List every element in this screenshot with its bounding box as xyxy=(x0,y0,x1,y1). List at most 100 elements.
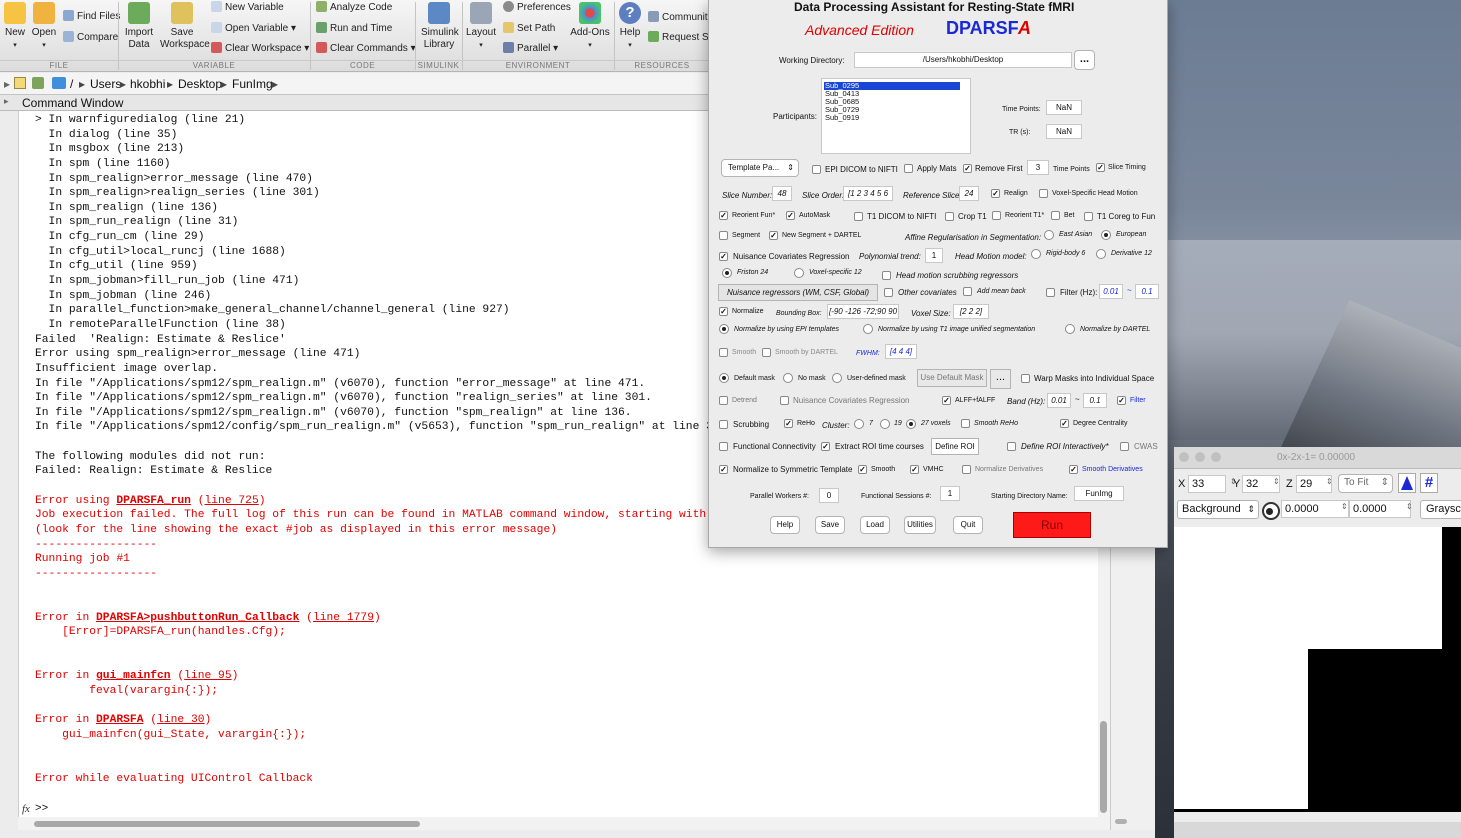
slice-timing-checkbox[interactable] xyxy=(1096,163,1105,172)
nuisance-regressors-button[interactable]: Nuisance regressors (WM, CSF, Global) xyxy=(718,284,878,301)
normalize-derivatives-checkbox[interactable] xyxy=(962,465,971,474)
up-folder-icon[interactable] xyxy=(14,77,26,89)
min-value-field[interactable]: 0.0000 xyxy=(1281,500,1349,518)
min-stepper-icon[interactable]: ⇕ xyxy=(1341,502,1348,512)
analyze-code-button[interactable]: Analyze Code xyxy=(316,1,392,14)
filter-checkbox[interactable] xyxy=(1046,288,1055,297)
command-prompt[interactable]: >> xyxy=(35,803,48,815)
run-button[interactable]: Run xyxy=(1013,512,1091,538)
max-stepper-icon[interactable]: ⇕ xyxy=(1406,502,1413,512)
epi-dicom-checkbox[interactable] xyxy=(812,165,821,174)
warp-masks-checkbox[interactable] xyxy=(1021,374,1030,383)
community-button[interactable]: Community xyxy=(648,11,713,24)
apply-mats-checkbox[interactable] xyxy=(904,164,913,173)
smooth-2-checkbox[interactable] xyxy=(858,465,867,474)
european-radio[interactable] xyxy=(1101,230,1111,240)
no-mask-radio[interactable] xyxy=(783,373,793,383)
cluster-27-radio[interactable] xyxy=(906,419,916,429)
mask-browse-button[interactable]: ... xyxy=(990,369,1011,389)
error-function-link[interactable]: gui_mainfcn xyxy=(96,670,171,682)
import-data-button[interactable]: Import Data xyxy=(124,2,154,51)
smooth-dartel-checkbox[interactable] xyxy=(762,348,771,357)
t1-dicom-checkbox[interactable] xyxy=(854,212,863,221)
error-line-link[interactable]: line 725 xyxy=(205,495,259,507)
utilities-button[interactable]: Utilities xyxy=(904,516,936,534)
degree-centrality-checkbox[interactable] xyxy=(1060,419,1069,428)
starting-dir-field[interactable]: FunImg xyxy=(1074,486,1124,501)
layout-button[interactable]: Layout ▾ xyxy=(466,2,496,52)
participant-item[interactable]: Sub_0919 xyxy=(825,114,970,122)
add-mean-back-checkbox[interactable] xyxy=(963,287,972,296)
time-points-field[interactable]: NaN xyxy=(1046,100,1082,115)
t1-coreg-checkbox[interactable] xyxy=(1084,212,1093,221)
define-roi-interactively-checkbox[interactable] xyxy=(1007,442,1016,451)
new-variable-button[interactable]: New Variable xyxy=(211,1,284,14)
vmhc-checkbox[interactable] xyxy=(910,465,919,474)
help-button[interactable]: Help xyxy=(770,516,800,534)
hscroll-thumb[interactable] xyxy=(34,821,420,827)
z-stepper-icon[interactable]: ⇕ xyxy=(1326,477,1333,487)
derivative-12-radio[interactable] xyxy=(1096,249,1106,259)
clear-workspace-button[interactable]: Clear Workspace ▾ xyxy=(211,42,309,55)
breadcrumb-root[interactable]: / xyxy=(70,77,73,91)
voxel-size-field[interactable]: [2 2 2] xyxy=(953,304,989,319)
remove-first-checkbox[interactable] xyxy=(963,164,972,173)
close-icon[interactable] xyxy=(1179,452,1189,462)
save-workspace-button[interactable]: Save Workspace xyxy=(160,2,210,51)
grid-icon[interactable]: # xyxy=(1420,473,1438,493)
filter-low-field[interactable]: 0.01 xyxy=(1099,284,1123,299)
rigid-body-radio[interactable] xyxy=(1031,249,1041,259)
error-line-link[interactable]: line 1779 xyxy=(313,612,374,624)
minimize-icon[interactable] xyxy=(1195,452,1205,462)
background-dropdown[interactable]: Background ⇕ xyxy=(1177,500,1259,519)
reho-checkbox[interactable] xyxy=(784,419,793,428)
remove-first-field[interactable]: 3 xyxy=(1027,160,1049,175)
extract-roi-checkbox[interactable] xyxy=(821,442,830,451)
band-filter-checkbox[interactable] xyxy=(1117,396,1126,405)
band-high-field[interactable]: 0.1 xyxy=(1083,393,1107,408)
open-variable-button[interactable]: Open Variable ▾ xyxy=(211,22,296,35)
detrend-checkbox[interactable] xyxy=(719,396,728,405)
slice-order-field[interactable]: [1 2 3 4 5 6 xyxy=(843,186,893,201)
tr-field[interactable]: NaN xyxy=(1046,124,1082,139)
friston-24-radio[interactable] xyxy=(722,268,732,278)
filter-high-field[interactable]: 0.1 xyxy=(1135,284,1159,299)
bounding-box-field[interactable]: [-90 -126 -72;90 90 xyxy=(827,304,899,319)
x-field[interactable]: 33 xyxy=(1188,475,1226,493)
breadcrumb-desktop[interactable]: Desktop xyxy=(178,77,222,91)
normalize-t1-radio[interactable] xyxy=(863,324,873,334)
breadcrumb-users[interactable]: Users xyxy=(90,77,121,91)
add-ons-button[interactable]: Add-Ons ▾ xyxy=(570,2,610,52)
template-dropdown[interactable]: Template Pa... ⇕ xyxy=(721,159,799,177)
reorient-t1-checkbox[interactable] xyxy=(992,211,1001,220)
breadcrumb-funimg[interactable]: FunImg xyxy=(232,77,273,91)
error-function-link[interactable]: DPARSFA xyxy=(96,714,143,726)
max-value-field[interactable]: 0.0000 xyxy=(1349,500,1411,518)
bet-checkbox[interactable] xyxy=(1051,211,1060,220)
error-line-link[interactable]: line 95 xyxy=(184,670,231,682)
automask-checkbox[interactable] xyxy=(786,211,795,220)
voxel-specific-12-radio[interactable] xyxy=(794,268,804,278)
compare-button[interactable]: Compare xyxy=(63,31,118,44)
reorient-fun-checkbox[interactable] xyxy=(719,211,728,220)
zoom-dropdown[interactable]: To Fit ⇕ xyxy=(1338,474,1393,493)
contrast-icon[interactable] xyxy=(1262,502,1280,520)
polynomial-trend-field[interactable]: 1 xyxy=(925,248,943,263)
voxel-head-motion-checkbox[interactable] xyxy=(1039,189,1048,198)
use-default-mask-button[interactable]: Use Default Mask xyxy=(917,369,987,387)
east-asian-radio[interactable] xyxy=(1044,230,1054,240)
normalize-dartel-radio[interactable] xyxy=(1065,324,1075,334)
smooth-derivatives-checkbox[interactable] xyxy=(1069,465,1078,474)
alff-checkbox[interactable] xyxy=(942,396,951,405)
smooth-checkbox[interactable] xyxy=(719,348,728,357)
segment-checkbox[interactable] xyxy=(719,231,728,240)
browse-folder-icon[interactable] xyxy=(32,77,44,89)
smooth-reho-checkbox[interactable] xyxy=(961,419,970,428)
cluster-7-radio[interactable] xyxy=(854,419,864,429)
user-defined-mask-radio[interactable] xyxy=(832,373,842,383)
crosshair-color-icon[interactable] xyxy=(1398,473,1416,493)
crop-t1-checkbox[interactable] xyxy=(945,212,954,221)
cwas-checkbox[interactable] xyxy=(1120,442,1129,451)
maximize-icon[interactable] xyxy=(1211,452,1221,462)
error-function-link[interactable]: DPARSFA>pushbuttonRun_Callback xyxy=(96,612,299,624)
